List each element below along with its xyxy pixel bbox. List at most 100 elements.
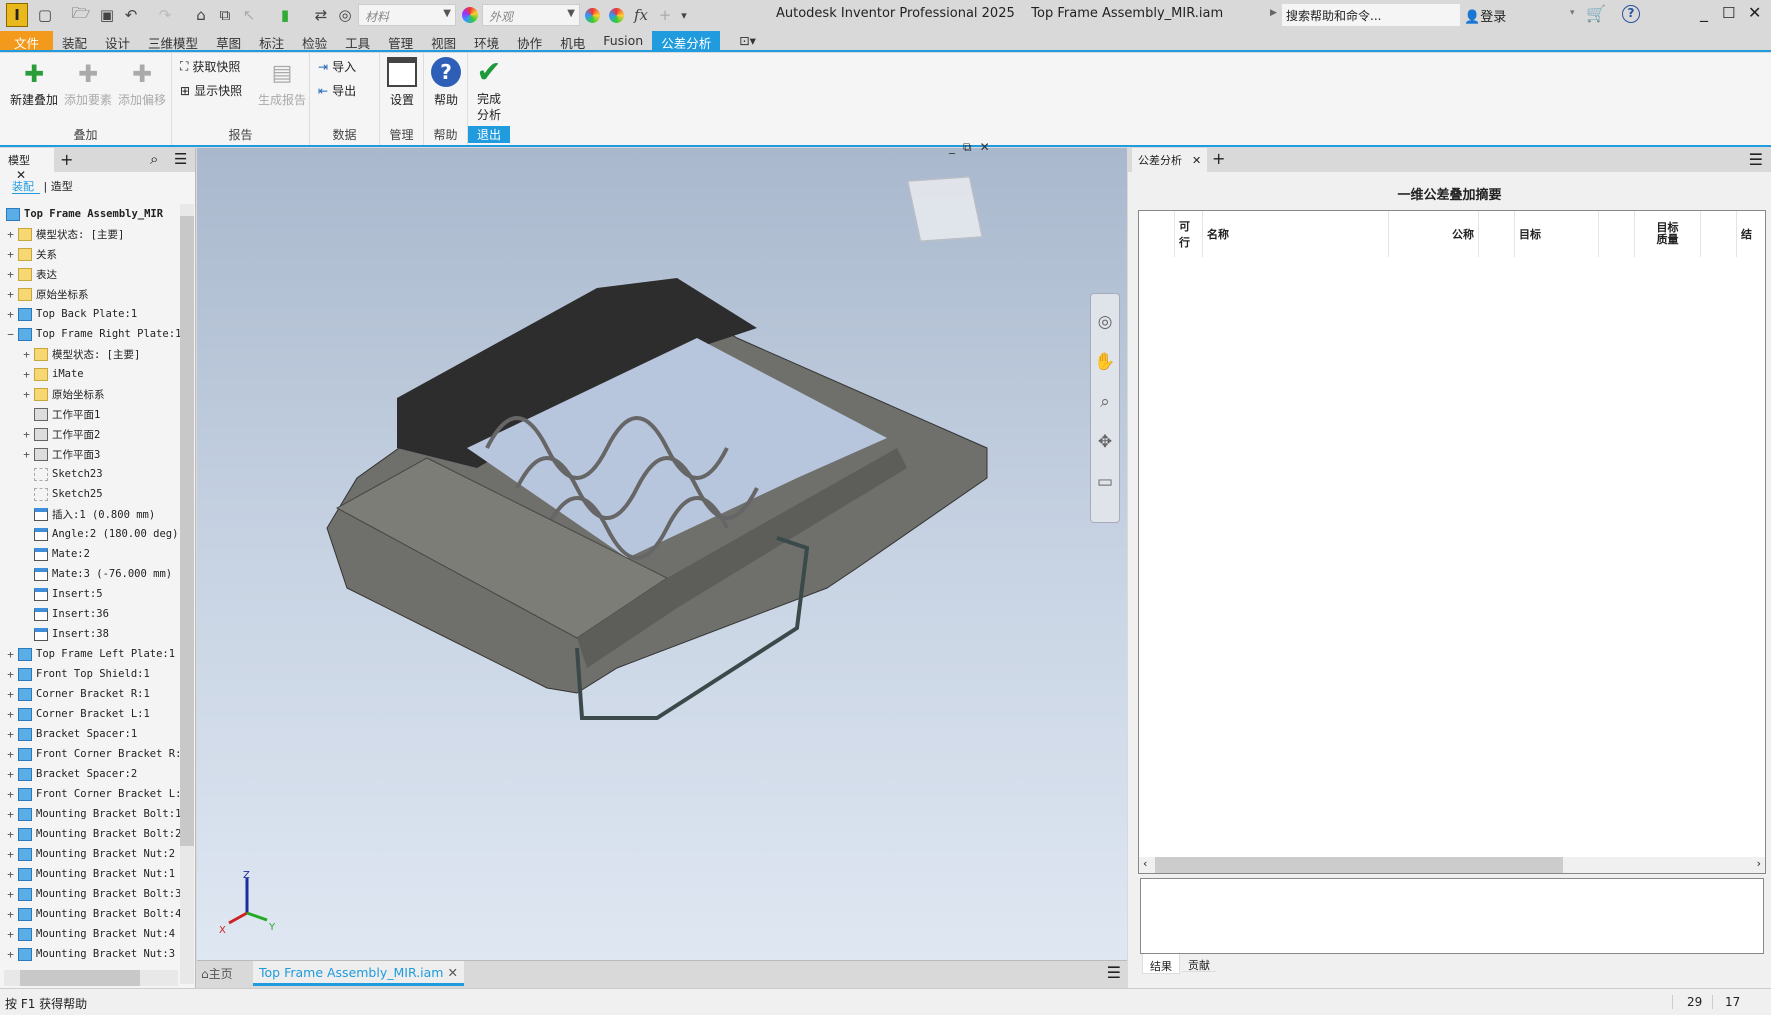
expand-toggle-icon[interactable]: + [6, 688, 15, 701]
tree-item[interactable]: + Bracket Spacer:2 [6, 764, 186, 784]
vertical-scrollbar[interactable] [180, 204, 194, 984]
close-icon[interactable]: ✕ [447, 965, 457, 980]
expand-toggle-icon[interactable]: + [6, 288, 15, 301]
tree-item[interactable]: + Mounting Bracket Nut:3 [6, 944, 186, 964]
expand-toggle-icon[interactable]: + [6, 848, 15, 861]
tab-annotate[interactable]: 标注 [250, 31, 293, 51]
tree-item[interactable]: + Mounting Bracket Nut:2 [6, 844, 186, 864]
tab-environments[interactable]: 环境 [465, 31, 508, 51]
expand-toggle-icon[interactable]: + [6, 248, 15, 261]
expand-toggle-icon[interactable]: + [6, 228, 15, 241]
tab-assemble[interactable]: 装配 [53, 31, 96, 51]
tab-view[interactable]: 视图 [422, 31, 465, 51]
appearance-combo[interactable]: 外观 ▼ [482, 4, 580, 26]
expand-toggle-icon[interactable]: + [22, 368, 31, 381]
tab-electromechanical[interactable]: 机电 [551, 31, 594, 51]
material-combo[interactable]: 材料 ▼ [358, 4, 456, 26]
expand-toggle-icon[interactable]: + [6, 768, 15, 781]
tree-item[interactable]: + Mounting Bracket Nut:4 [6, 924, 186, 944]
tab-contribution[interactable]: 贡献 [1182, 954, 1216, 972]
col-feasible[interactable]: 可行 [1175, 211, 1203, 257]
expand-toggle-icon[interactable]: + [22, 388, 31, 401]
export-button[interactable]: ⇤ 导出 [318, 82, 356, 99]
tree-item[interactable]: Insert:36 [22, 604, 202, 624]
expand-arrow-icon[interactable]: ▶ [1270, 8, 1277, 18]
expand-toggle-icon[interactable]: + [6, 268, 15, 281]
horizontal-scrollbar[interactable] [4, 970, 178, 986]
tree-item[interactable]: + Corner Bracket R:1 [6, 684, 186, 704]
add-offset-button[interactable]: ✚ 添加偏移 [116, 57, 168, 108]
tree-item[interactable]: + 工作平面2 [22, 424, 202, 444]
tree-item[interactable]: + iMate [22, 364, 202, 384]
cart-icon[interactable]: 🛒 [1586, 4, 1606, 23]
steering-wheel-icon[interactable]: ◎ [1098, 312, 1113, 332]
tree-item[interactable]: + Mounting Bracket Bolt:3 [6, 884, 186, 904]
expand-toggle-icon[interactable]: + [22, 448, 31, 461]
viewport-close-icon[interactable]: ✕ [980, 140, 990, 155]
tree-item[interactable]: + 工作平面3 [22, 444, 202, 464]
menu-icon[interactable]: ☰ [1107, 963, 1121, 982]
tree-item[interactable]: 插入:1 (0.800 mm) [22, 504, 202, 524]
update-icon[interactable]: ⇄ [310, 4, 332, 26]
help-search-input[interactable]: 搜索帮助和命令... [1282, 4, 1460, 26]
plus-icon[interactable]: + [656, 4, 674, 26]
expand-toggle-icon[interactable]: − [6, 328, 15, 341]
adjust-appearance-icon[interactable] [582, 4, 602, 26]
login-dropdown-icon[interactable]: ▾ [1570, 8, 1575, 18]
tree-item[interactable]: Insert:38 [22, 624, 202, 644]
tab-sketch[interactable]: 草图 [207, 31, 250, 51]
show-snapshot-button[interactable]: ⊞ 显示快照 [180, 82, 242, 99]
home-icon[interactable]: ⌂ [190, 4, 212, 26]
tab-3d-model[interactable]: 三维模型 [139, 31, 207, 51]
tree-item[interactable]: + Mounting Bracket Bolt:4 [6, 904, 186, 924]
tab-model[interactable]: 模型✕ [0, 148, 54, 182]
login-link[interactable]: 登录 [1480, 10, 1506, 25]
subtab-modeling[interactable]: 造型 [51, 180, 73, 193]
tree-item[interactable]: + Top Frame Left Plate:1 [6, 644, 186, 664]
menu-icon[interactable]: ☰ [174, 150, 187, 168]
subtab-assembly[interactable]: 装配 [12, 180, 40, 194]
viewport-tile-icon[interactable]: ⧉ [963, 140, 972, 155]
add-tab-icon[interactable]: + [60, 150, 73, 169]
import-button[interactable]: ⇥ 导入 [318, 58, 356, 75]
tab-design[interactable]: 设计 [96, 31, 139, 51]
menu-icon[interactable]: ☰ [1749, 150, 1763, 169]
expand-toggle-icon[interactable]: + [6, 308, 15, 321]
settings-button[interactable]: 设置 [382, 57, 422, 108]
tree-item[interactable]: Insert:5 [22, 584, 202, 604]
col-target-quality[interactable]: 目标 质量 [1635, 211, 1701, 257]
expand-toggle-icon[interactable]: + [22, 428, 31, 441]
expand-toggle-icon[interactable]: + [6, 868, 15, 881]
expand-toggle-icon[interactable]: + [22, 348, 31, 361]
tab-tools[interactable]: 工具 [336, 31, 379, 51]
get-snapshot-button[interactable]: ⛶ 获取快照 [180, 58, 240, 75]
new-stack-button[interactable]: ✚ 新建叠加 [8, 57, 60, 108]
tree-item[interactable]: + Front Top Shield:1 [6, 664, 186, 684]
user-icon[interactable]: 👤登录 [1464, 6, 1506, 25]
expand-toggle-icon[interactable]: + [6, 708, 15, 721]
tree-item[interactable]: Sketch25 [22, 484, 202, 504]
expand-toggle-icon[interactable]: + [6, 748, 15, 761]
expand-toggle-icon[interactable]: + [6, 908, 15, 921]
tree-item[interactable]: − Top Frame Right Plate:1 [6, 324, 186, 344]
expand-toggle-icon[interactable]: + [6, 728, 15, 741]
tab-file[interactable]: 文件 [0, 31, 54, 51]
expand-toggle-icon[interactable]: + [6, 788, 15, 801]
viewport-minimize-icon[interactable]: _ [949, 140, 955, 155]
tab-results[interactable]: 结果 [1142, 954, 1180, 974]
tree-item[interactable]: + Front Corner Bracket R: [6, 744, 186, 764]
finish-analysis-button[interactable]: ✔ 完成 分析 [468, 55, 510, 123]
copy-icon[interactable]: ⧉ [214, 4, 236, 26]
col-result[interactable]: 结 [1737, 211, 1765, 257]
add-tab-icon[interactable]: + [1212, 149, 1225, 168]
redo-icon[interactable]: ↷ [154, 4, 176, 26]
table-horizontal-scrollbar[interactable]: ‹ › [1139, 857, 1765, 873]
close-button[interactable]: ✕ [1748, 3, 1761, 22]
expand-toggle-icon[interactable]: + [6, 928, 15, 941]
help-button[interactable]: ? 帮助 [426, 57, 466, 108]
tree-item[interactable]: Mate:3 (-76.000 mm) [22, 564, 202, 584]
tree-root[interactable]: Top Frame Assembly_MIR [6, 204, 186, 224]
tree-item[interactable]: + Top Back Plate:1 [6, 304, 186, 324]
generate-report-button[interactable]: ▤ 生成报告 [256, 57, 308, 108]
tab-document[interactable]: Top Frame Assembly_MIR.iam ✕ [253, 961, 464, 986]
